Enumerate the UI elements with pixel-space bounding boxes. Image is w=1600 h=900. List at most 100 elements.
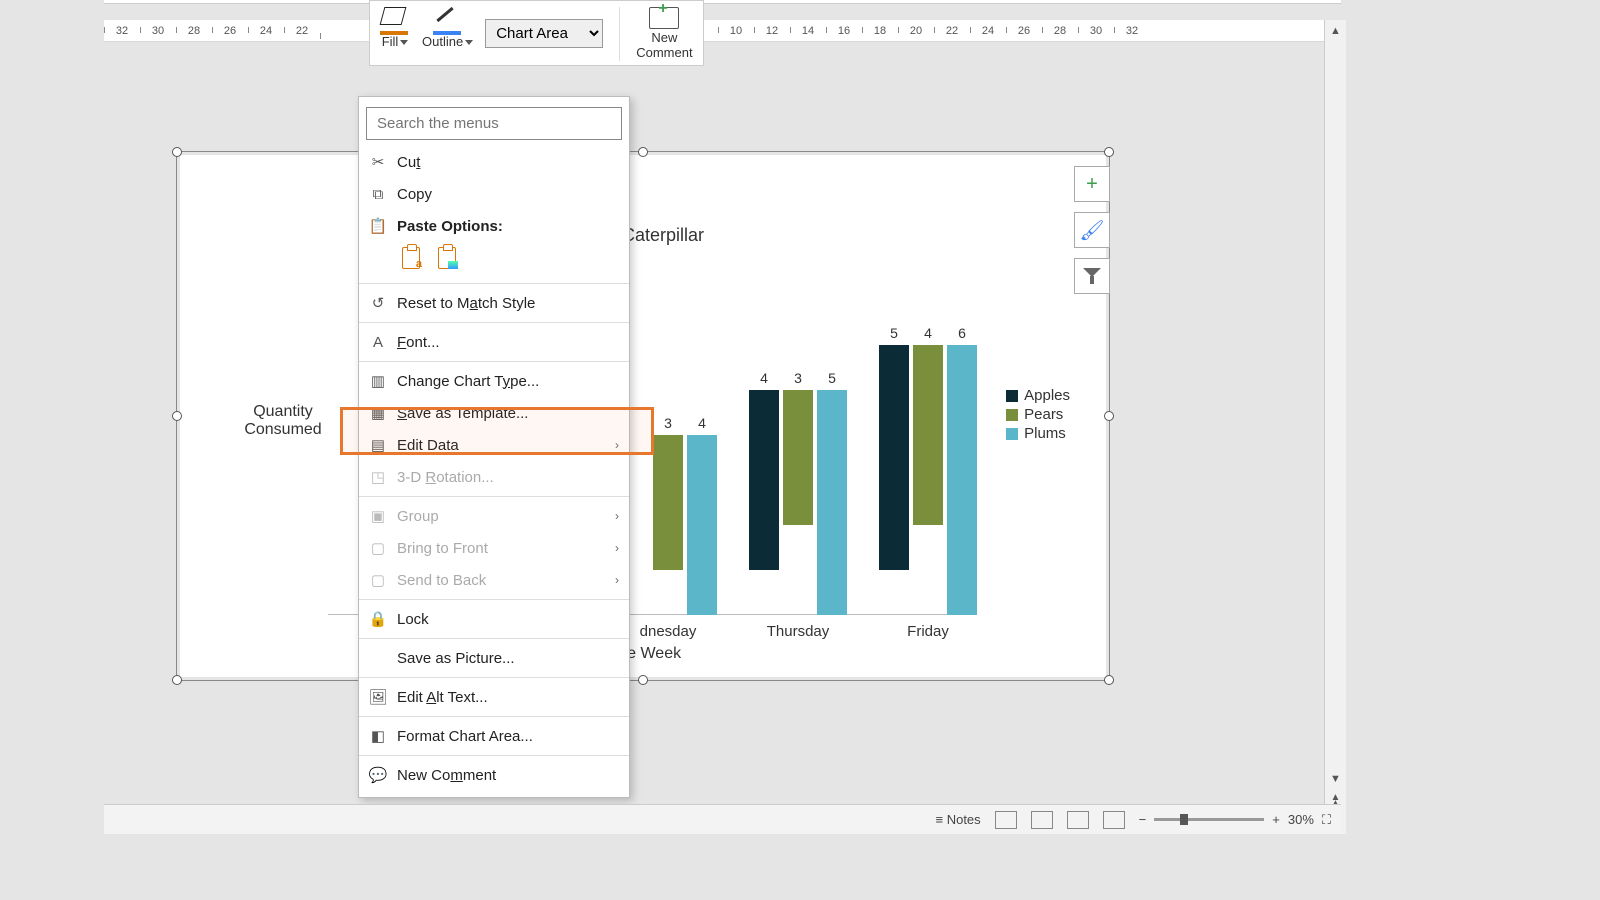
menu-font[interactable]: AFont... xyxy=(359,326,629,358)
menu-new-comment[interactable]: 💬New Comment xyxy=(359,759,629,791)
new-comment-button[interactable]: NewComment xyxy=(636,7,692,61)
vertical-scrollbar[interactable]: ▲ ▼ ▲▲ ▼▼ xyxy=(1324,20,1346,834)
menu-send-to-back: ▢Send to Back› xyxy=(359,564,629,596)
fit-to-window-button[interactable]: ⛶ xyxy=(1322,812,1331,828)
context-menu: ✂Cut ⧉Copy 📋Paste Options: ↺Reset to Mat… xyxy=(358,96,630,798)
paste-keep-formatting[interactable] xyxy=(397,244,425,272)
separator xyxy=(359,496,629,497)
resize-handle[interactable] xyxy=(1104,147,1114,157)
zoom-out-button[interactable]: − xyxy=(1139,812,1147,827)
legend-item-apples[interactable]: Apples xyxy=(1006,387,1070,404)
bar-apples[interactable]: 4 xyxy=(749,390,779,570)
bar-apples[interactable]: 5 xyxy=(879,345,909,570)
reset-icon: ↺ xyxy=(369,294,387,312)
category-label: Friday xyxy=(868,623,988,640)
resize-handle[interactable] xyxy=(172,675,182,685)
menu-change-chart-type[interactable]: ▥Change Chart Type... xyxy=(359,365,629,397)
chart-legend[interactable]: Apples Pears Plums xyxy=(1006,385,1070,444)
bar-pears[interactable]: 4 xyxy=(913,345,943,525)
resize-handle[interactable] xyxy=(638,675,648,685)
resize-handle[interactable] xyxy=(172,147,182,157)
submenu-arrow-icon: › xyxy=(615,438,619,452)
menu-label: Group xyxy=(397,508,439,525)
bar-plums[interactable]: 4 xyxy=(687,435,717,615)
separator xyxy=(359,755,629,756)
menu-label: Save as Picture... xyxy=(397,650,515,667)
y-axis-label[interactable]: Quantity Consumed xyxy=(238,403,328,439)
menu-reset-style[interactable]: ↺Reset to Match Style xyxy=(359,287,629,319)
slideshow-button[interactable] xyxy=(1103,811,1125,829)
bar-pears[interactable]: 3 xyxy=(653,435,683,570)
zoom-thumb[interactable] xyxy=(1180,814,1188,825)
zoom-value[interactable]: 30% xyxy=(1288,812,1314,827)
zoom-slider[interactable] xyxy=(1154,818,1264,821)
chart-title[interactable]: ngry Caterpillar xyxy=(180,225,1106,246)
bar-pears[interactable]: 3 xyxy=(783,390,813,525)
chart-elements-button[interactable]: + xyxy=(1074,166,1110,202)
legend-label: Plums xyxy=(1024,425,1066,442)
outline-pen-icon xyxy=(433,7,463,33)
scissors-icon: ✂ xyxy=(369,153,387,171)
reading-view-button[interactable] xyxy=(1067,811,1089,829)
legend-label: Pears xyxy=(1024,406,1063,423)
new-comment-label-1: New xyxy=(651,30,677,45)
format-icon: ◧ xyxy=(369,727,387,745)
notes-toggle[interactable]: Notes xyxy=(936,812,981,827)
slide-sorter-button[interactable] xyxy=(1031,811,1053,829)
swatch-icon xyxy=(1006,428,1018,440)
menu-save-as-template[interactable]: ▦Save as Template... xyxy=(359,397,629,429)
menu-edit-data[interactable]: ▤Edit Data› xyxy=(359,429,629,461)
chart-element-select[interactable]: Chart Area xyxy=(485,19,603,48)
cube-icon: ◳ xyxy=(369,468,387,486)
lock-icon: 🔒 xyxy=(369,610,387,628)
chart-styles-button[interactable]: 🖌 xyxy=(1074,212,1110,248)
x-axis-label[interactable]: dnesday f the Week xyxy=(180,645,1106,663)
clipboard-icon: 📋 xyxy=(369,217,387,235)
menu-lock[interactable]: 🔒Lock xyxy=(359,603,629,635)
submenu-arrow-icon: › xyxy=(615,573,619,587)
resize-handle[interactable] xyxy=(638,147,648,157)
legend-item-plums[interactable]: Plums xyxy=(1006,425,1070,442)
resize-handle[interactable] xyxy=(1104,411,1114,421)
bar-plums[interactable]: 6 xyxy=(947,345,977,615)
paste-as-picture[interactable] xyxy=(433,244,461,272)
legend-item-pears[interactable]: Pears xyxy=(1006,406,1070,423)
resize-handle[interactable] xyxy=(1104,675,1114,685)
zoom-control: − + 30% ⛶ xyxy=(1139,812,1331,828)
y-axis-label-1: Quantity xyxy=(253,403,313,420)
menu-paste-options: 📋Paste Options: xyxy=(359,210,629,242)
separator xyxy=(359,599,629,600)
scroll-down-arrow-icon[interactable]: ▼ xyxy=(1325,768,1346,790)
menu-label: Format Chart Area... xyxy=(397,728,533,745)
menu-label: Bring to Front xyxy=(397,540,488,557)
paste-options-row xyxy=(359,242,629,280)
separator xyxy=(359,361,629,362)
chart-filters-button[interactable] xyxy=(1074,258,1110,294)
chart-object[interactable]: ngry Caterpillar Quantity Consumed 1 M 3… xyxy=(180,155,1106,677)
zoom-in-button[interactable]: + xyxy=(1272,812,1280,827)
fill-dropdown[interactable]: Fill xyxy=(380,7,410,50)
category-label: Thursday xyxy=(738,623,858,640)
template-icon: ▦ xyxy=(369,404,387,422)
fill-bucket-icon xyxy=(380,7,410,33)
menu-copy[interactable]: ⧉Copy xyxy=(359,178,629,210)
resize-handle[interactable] xyxy=(172,411,182,421)
normal-view-button[interactable] xyxy=(995,811,1017,829)
bar-plums[interactable]: 5 xyxy=(817,390,847,615)
menu-group: ▣Group› xyxy=(359,500,629,532)
menu-save-as-picture[interactable]: Save as Picture... xyxy=(359,642,629,674)
menu-bring-to-front: ▢Bring to Front› xyxy=(359,532,629,564)
chart-format-minibar: Fill Outline Chart Area NewComment xyxy=(369,0,704,66)
menu-cut[interactable]: ✂Cut xyxy=(359,146,629,178)
outline-dropdown[interactable]: Outline xyxy=(422,7,473,50)
swatch-icon xyxy=(1006,390,1018,402)
bring-front-icon: ▢ xyxy=(369,539,387,557)
bar-group-thursday: 4 3 5 xyxy=(738,390,858,615)
menu-edit-alt-text[interactable]: 🖼Edit Alt Text... xyxy=(359,681,629,713)
scroll-up-arrow-icon[interactable]: ▲ xyxy=(1325,20,1346,42)
menu-format-chart-area[interactable]: ◧ Format Chart Area... xyxy=(359,720,629,752)
chart-element-selector[interactable]: Chart Area xyxy=(485,19,603,48)
plus-icon: + xyxy=(1086,173,1098,196)
new-comment-label-2: Comment xyxy=(636,45,692,60)
menu-search-input[interactable] xyxy=(366,107,622,140)
